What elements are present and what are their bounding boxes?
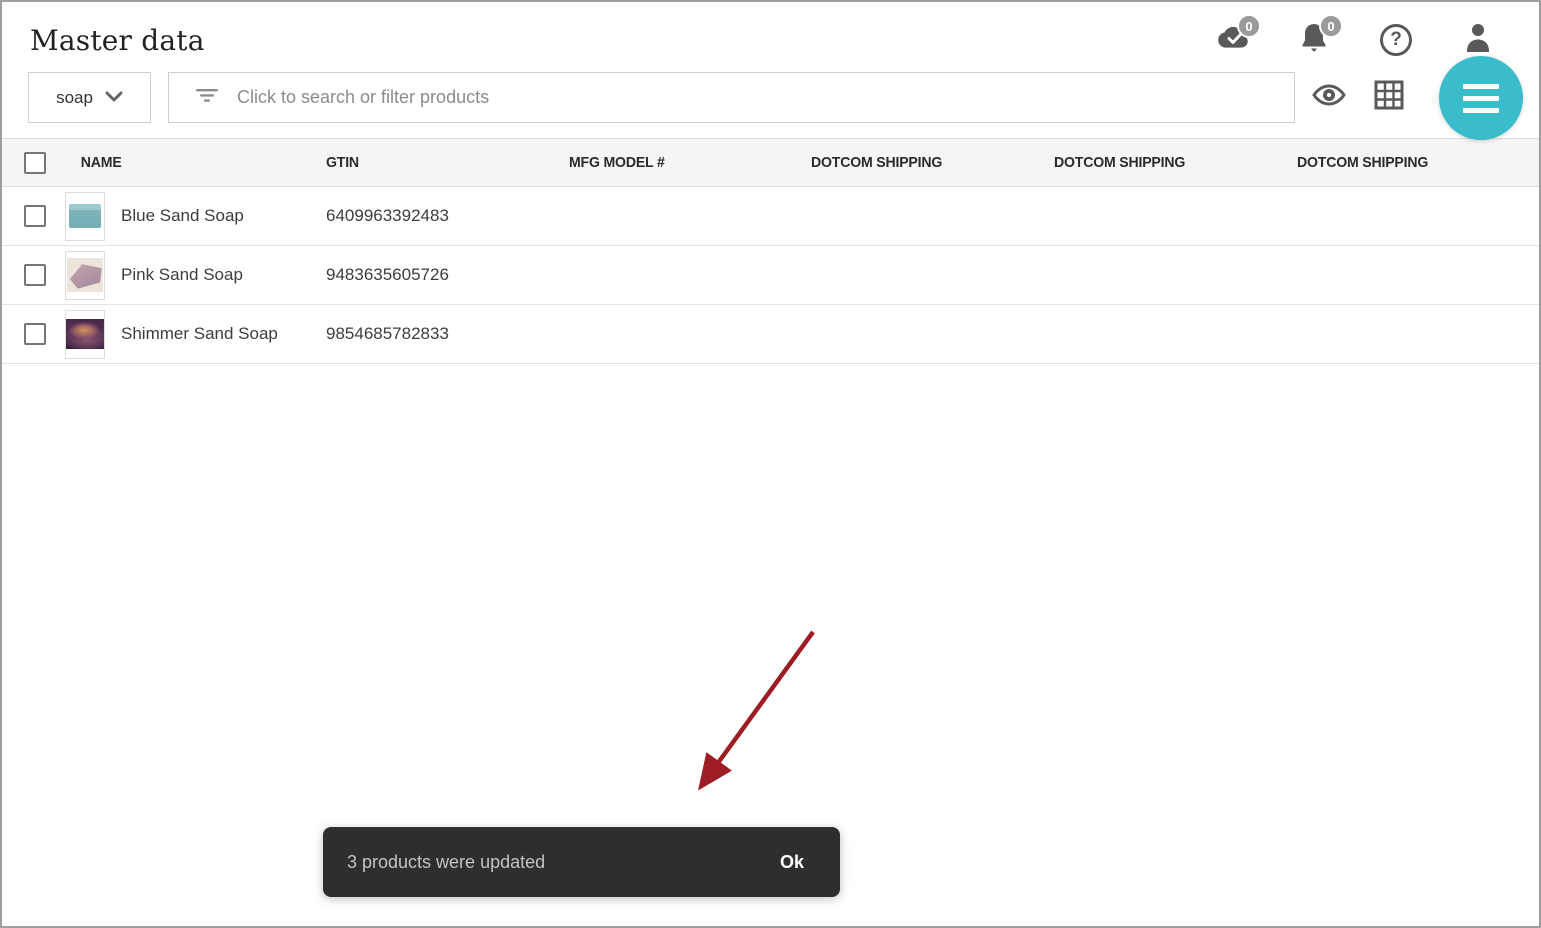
page-title: Master data [30,24,205,57]
search-box [168,72,1295,123]
filter-lines-icon [195,86,219,109]
product-thumbnail [65,192,105,241]
product-thumbnail [65,251,105,300]
product-thumbnail [65,310,105,359]
table-row[interactable]: Shimmer Sand Soap 9854685782833 [2,305,1539,364]
column-header-mfg-model[interactable]: MFG MODEL # [569,154,796,171]
preview-button[interactable] [1312,82,1346,112]
row-checkbox[interactable] [24,205,46,227]
filter-bar: soap [2,72,1539,138]
sync-status-button[interactable]: 0 [1213,22,1251,58]
column-header-dotcom-shipping-2[interactable]: DOTCOM SHIPPING [1054,154,1282,171]
top-icon-group: 0 0 ? [1213,22,1511,58]
products-table: NAME GTIN MFG MODEL # DOTCOM SHIPPING DO… [2,138,1539,364]
product-gtin: 9483635605726 [326,265,569,285]
table-row[interactable]: Pink Sand Soap 9483635605726 [2,246,1539,305]
product-gtin: 6409963392483 [326,206,569,226]
grid-view-button[interactable] [1372,82,1406,112]
search-input[interactable] [237,73,1294,122]
column-header-dotcom-shipping-3[interactable]: DOTCOM SHIPPING [1297,154,1524,171]
toast-message: 3 products were updated [347,852,545,873]
product-name: Pink Sand Soap [121,265,243,285]
sync-badge: 0 [1237,14,1261,38]
table-header-row: NAME GTIN MFG MODEL # DOTCOM SHIPPING DO… [2,138,1539,187]
row-checkbox[interactable] [24,264,46,286]
person-icon [1462,21,1494,60]
product-gtin: 9854685782833 [326,324,569,344]
top-bar: Master data 0 0 [2,2,1539,72]
column-header-gtin[interactable]: GTIN [326,154,554,171]
notifications-button[interactable]: 0 [1295,22,1333,58]
hamburger-icon [1463,84,1499,113]
row-checkbox[interactable] [24,323,46,345]
help-icon: ? [1380,24,1412,56]
toast-ok-button[interactable]: Ok [780,852,804,873]
grid-icon [1374,80,1404,115]
help-button[interactable]: ? [1377,22,1415,58]
app-window: Master data 0 0 [0,0,1541,928]
product-name: Blue Sand Soap [121,206,244,226]
product-name: Shimmer Sand Soap [121,324,278,344]
column-header-name[interactable]: NAME [62,154,310,171]
category-dropdown-value: soap [56,88,93,108]
account-button[interactable] [1459,22,1497,58]
menu-fab-button[interactable] [1439,56,1523,140]
column-header-dotcom-shipping-1[interactable]: DOTCOM SHIPPING [811,154,1039,171]
select-all-checkbox[interactable] [24,152,46,174]
toast-notification: 3 products were updated Ok [323,827,840,897]
chevron-down-icon [105,88,123,108]
table-row[interactable]: Blue Sand Soap 6409963392483 [2,187,1539,246]
notifications-badge: 0 [1319,14,1343,38]
category-dropdown[interactable]: soap [28,72,151,123]
eye-icon [1312,83,1346,112]
